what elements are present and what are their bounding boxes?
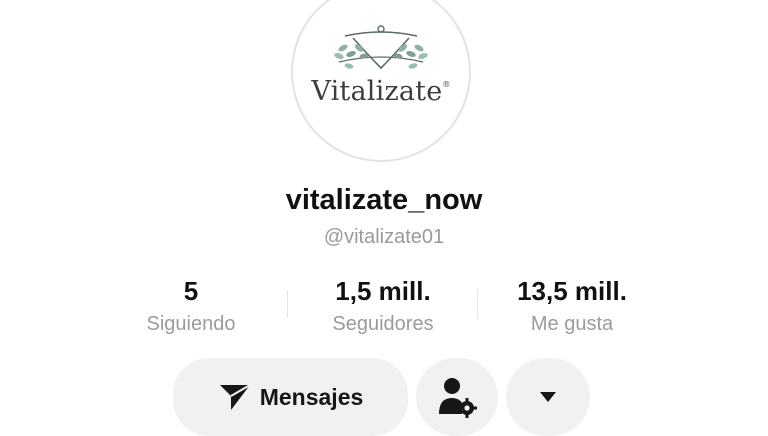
stat-following[interactable]: 5 Siguiendo xyxy=(101,276,281,336)
logo-wordmark: Vitalizate® xyxy=(311,76,451,107)
stat-following-value: 5 xyxy=(183,276,199,306)
stat-likes-label: Me gusta xyxy=(530,313,614,335)
stat-likes[interactable]: 13,5 mill. Me gusta xyxy=(482,276,662,336)
stat-divider xyxy=(287,290,288,318)
send-icon xyxy=(219,384,251,410)
dropdown-arrow-icon xyxy=(540,392,556,402)
messages-button-label: Mensajes xyxy=(259,383,364,410)
messages-button[interactable]: Mensajes xyxy=(173,358,408,436)
stat-followers-label: Seguidores xyxy=(332,313,434,335)
more-options-button[interactable] xyxy=(506,358,590,436)
stat-divider xyxy=(477,290,478,318)
stat-likes-value: 13,5 mill. xyxy=(517,276,627,306)
vitalizate-logo-icon xyxy=(334,25,428,70)
stat-following-label: Siguiendo xyxy=(146,313,236,335)
user-settings-button[interactable] xyxy=(416,358,498,436)
stat-followers[interactable]: 1,5 mill. Seguidores xyxy=(293,276,473,336)
profile-handle: @vitalizate01 xyxy=(323,226,445,248)
profile-display-name: vitalizate_now xyxy=(285,184,483,216)
user-settings-icon xyxy=(439,378,477,418)
profile-avatar[interactable]: Vitalizate® xyxy=(291,0,471,162)
stat-followers-value: 1,5 mill. xyxy=(335,276,431,306)
